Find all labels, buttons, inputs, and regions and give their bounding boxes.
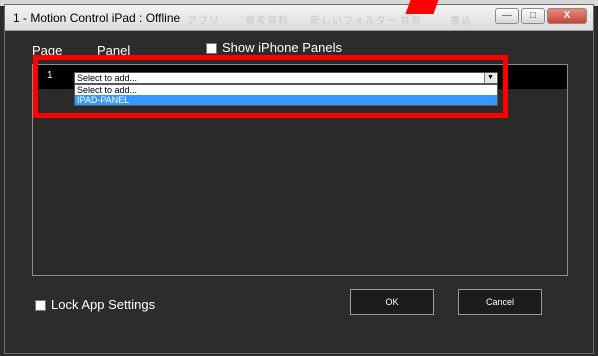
faded-title-fragment: 新しいフォルダー	[310, 16, 398, 27]
faded-title-fragment: アプリ	[187, 16, 220, 27]
close-button[interactable]: X	[547, 8, 587, 24]
faded-title-fragment: 共有	[400, 16, 422, 27]
maximize-button[interactable]: □	[521, 8, 545, 24]
faded-title-fragment: 参考資料	[245, 16, 289, 27]
show-iphone-panels-checkbox[interactable]: Show iPhone Panels	[206, 40, 342, 55]
window-title: 1 - Motion Control iPad : Offline	[13, 11, 181, 25]
minimize-button[interactable]: —	[495, 8, 519, 24]
checkbox-icon	[35, 300, 46, 312]
show-iphone-panels-label: Show iPhone Panels	[222, 40, 342, 55]
lock-app-settings-label: Lock App Settings	[51, 297, 156, 312]
close-icon: X	[563, 10, 571, 21]
annotation-highlight-box	[33, 55, 508, 118]
checkbox-icon	[206, 43, 217, 55]
lock-app-settings-checkbox[interactable]: Lock App Settings	[35, 297, 155, 312]
minimize-icon: —	[502, 10, 512, 21]
ok-button[interactable]: OK	[350, 289, 434, 315]
faded-title-fragment: 書込	[450, 16, 472, 27]
title-bar[interactable]: 1 - Motion Control iPad : Offline アプリ 参考…	[5, 5, 593, 31]
cancel-button[interactable]: Cancel	[458, 289, 542, 315]
annotation-red-mark	[405, 0, 439, 14]
maximize-icon: □	[529, 10, 537, 21]
